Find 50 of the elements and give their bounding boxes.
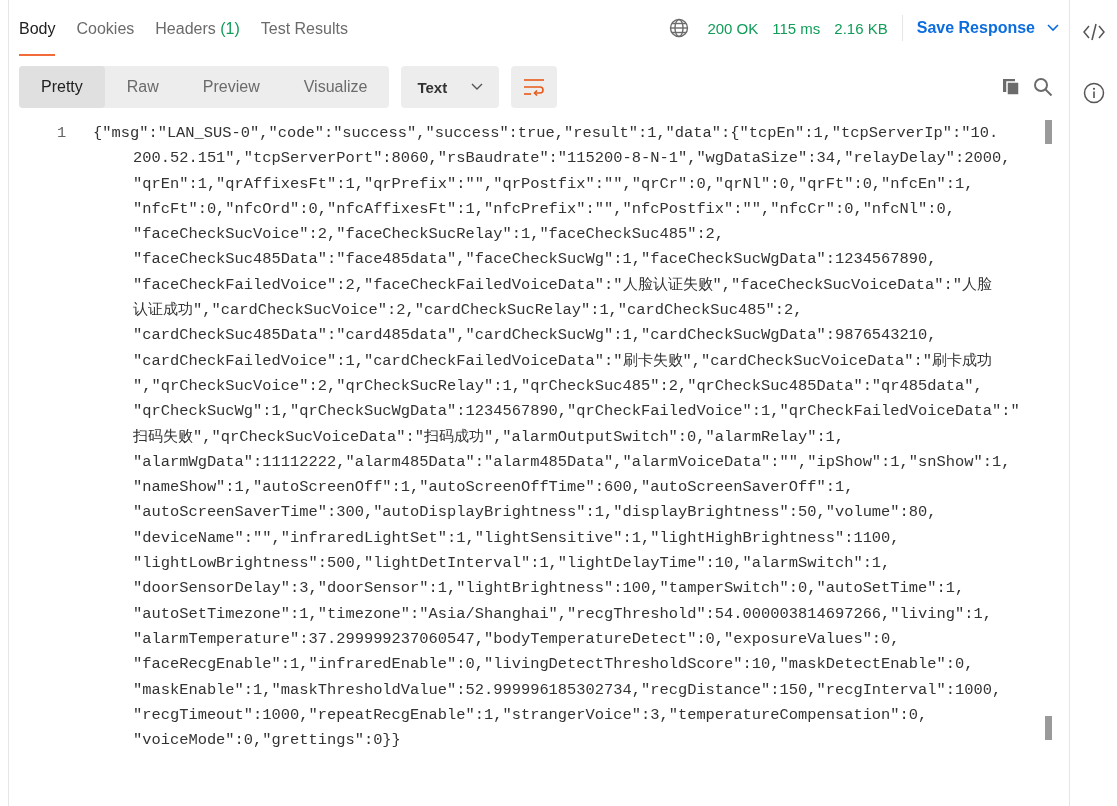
search-icon[interactable]	[1033, 77, 1053, 97]
line-number: 1	[57, 124, 67, 142]
response-size: 2.16 KB	[834, 19, 888, 37]
wrap-lines-icon	[523, 78, 546, 96]
code-line: ","qrCheckSucVoice":2,"qrCheckSucRelay":1,"qrCheckSuc485":2,"qrCheckSuc485Data":"qr485data",	[132, 375, 984, 397]
status-code: 200 OK	[707, 19, 759, 37]
view-mode-tab[interactable]: Preview	[180, 66, 282, 108]
view-mode-tab[interactable]: Visualize	[281, 66, 390, 108]
format-dropdown[interactable]: Text	[401, 66, 500, 108]
code-line: 200.52.151","tcpServerPort":8060,"rsBaudrate":"115200-8-N-1","wgDataSize":34,"relayDelay":2000,	[132, 148, 1012, 170]
code-line: "lightLowBrightness":500,"lightDetInterval":1,"lightDelayTime":10,"alarmSwitch":1,	[132, 553, 892, 575]
code-line: "nfcFt":0,"nfcOrd":0,"nfcAffixesFt":1,"nfcPrefix":"","nfcPostfix":"","nfcCr":0,"nfcNl":0,	[132, 198, 956, 220]
view-mode-tab[interactable]: Raw	[104, 66, 181, 108]
scrollbar[interactable]	[1045, 716, 1052, 740]
code-line: 认证成功","cardCheckSucVoice":2,"cardCheckSucRelay":1,"cardCheckSuc485":2,	[132, 300, 804, 322]
code-line: "nameShow":1,"autoScreenOff":1,"autoScreenOffTime":600,"autoScreenSaverOff":1,	[132, 477, 855, 499]
code-line: "autoScreenSaverTime":300,"autoDisplayBrightness":1,"displayBrightness":50,"volume":80,	[132, 502, 938, 524]
view-mode-tab[interactable]: Pretty	[19, 66, 105, 108]
scrollbar[interactable]	[1045, 120, 1052, 144]
code-line: "faceRecgEnable":1,"infraredEnable":0,"livingDetectThresholdScore":10,"maskDetectEnable":0,	[132, 654, 975, 676]
copy-icon[interactable]	[1001, 77, 1021, 97]
code-line: "recgTimeout":1000,"repeatRecgEnable":1,"strangerVoice":3,"temperatureCompensation":0,	[132, 704, 929, 726]
code-icon[interactable]	[1081, 22, 1106, 42]
chevron-down-icon	[471, 83, 484, 91]
code-line: "qrCheckSucWg":1,"qrCheckSucWgData":1234567890,"qrCheckFailedVoice":1,"qrCheckFailedVoiceData":"	[132, 401, 1020, 423]
code-line: "faceCheckSuc485Data":"face485data","faceCheckSucWg":1,"faceCheckSucWgData":1234567890,	[132, 249, 938, 271]
response-tab[interactable]: Headers (1)	[155, 0, 240, 56]
code-line: "autoSetTimezone":1,"timezone":"Asia/Shanghai","recgThreshold":54.000003814697266,"living":1,	[132, 603, 993, 625]
code-line: 扫码失败","qrCheckSucVoiceData":"扫码成功","alarmOutputSwitch":0,"alarmRelay":1,	[132, 426, 846, 448]
code-line: "alarmWgData":11112222,"alarm485Data":"alarm485Data","alarmVoiceData":"","ipShow":1,"snShow":1,	[132, 451, 1012, 473]
code-line: "faceCheckSucVoice":2,"faceCheckSucRelay":1,"faceCheckSuc485":2,	[132, 224, 726, 246]
code-line: "deviceName":"","infraredLightSet":1,"lightSensitive":1,"lightHighBrightness":1100,	[132, 527, 901, 549]
info-icon[interactable]	[1082, 82, 1105, 104]
save-response-button[interactable]: Save Response	[916, 19, 1059, 37]
response-tab[interactable]: Cookies	[76, 0, 135, 56]
code-line: "alarmTemperature":37.299999237060547,"bodyTemperatureDetect":0,"exposureValues":0,	[132, 628, 901, 650]
code-line: {"msg":"LAN_SUS-0","code":"success","success":true,"result":1,"data":{"tcpEn":1,"tcpServerIp":"10.	[93, 123, 1000, 144]
response-tab[interactable]: Body	[19, 0, 56, 56]
code-line: "voiceMode":0,"grettings":0}}	[132, 730, 402, 752]
code-line: "qrEn":1,"qrAffixesFt":1,"qrPrefix":"","qrPostfix":"","qrCr":0,"qrNl":0,"qrFt":0,"nfcEn":1,	[132, 173, 975, 195]
code-line: "maskEnable":1,"maskThresholdValue":52.999996185302734,"recgDistance":150,"recgInterval":1000,	[132, 679, 1003, 701]
response-tab[interactable]: Test Results	[260, 0, 348, 56]
response-time: 115 ms	[772, 19, 821, 37]
code-line: "cardCheckSuc485Data":"card485data","cardCheckSucWg":1,"cardCheckSucWgData":9876543210,	[132, 325, 938, 347]
code-line: "faceCheckFailedVoice":2,"faceCheckFailedVoiceData":"人脸认证失败","faceCheckSucVoiceData":"人脸	[132, 274, 993, 296]
code-line: "doorSensorDelay":3,"doorSensor":1,"lightBrightness":100,"tamperSwitch":0,"autoSetTime":1,	[132, 578, 966, 600]
globe-icon[interactable]	[669, 18, 690, 38]
chevron-down-icon	[1047, 24, 1059, 32]
code-line: "cardCheckFailedVoice":1,"cardCheckFailedVoiceData":"刷卡失败","cardCheckSucVoiceData":"刷卡成功	[132, 350, 993, 372]
wrap-lines-button[interactable]	[511, 66, 558, 108]
